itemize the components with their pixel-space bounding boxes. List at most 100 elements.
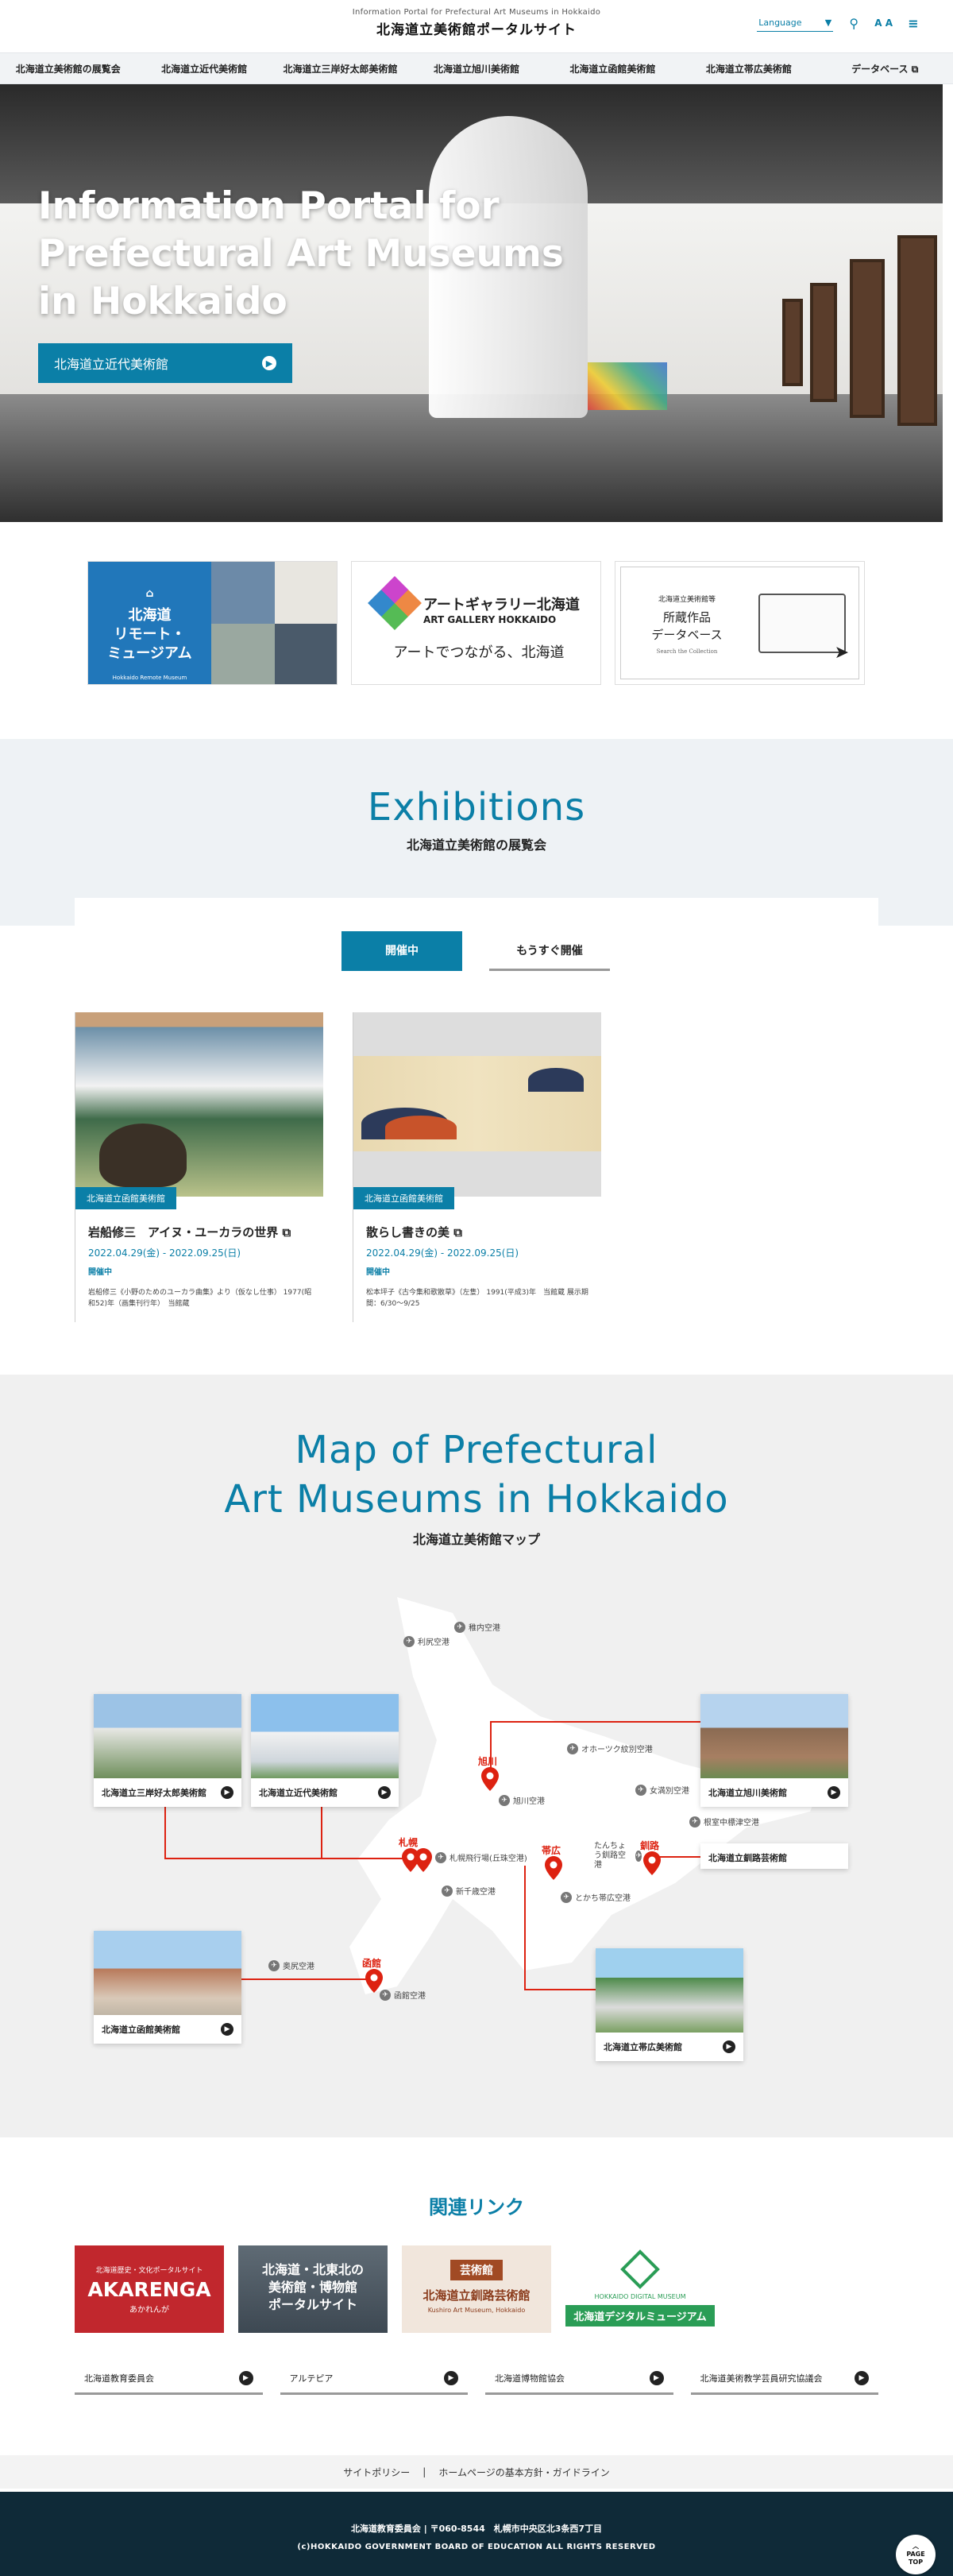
link-label: 北海道教育委員会	[84, 2373, 154, 2384]
nav-modern[interactable]: 北海道立近代美術館	[136, 53, 272, 83]
guideline-link[interactable]: ホームページの基本方針・ガイドライン	[438, 2466, 609, 2479]
museum-name: 北海道立函館美術館	[102, 2025, 180, 2035]
nav-migishi[interactable]: 北海道立三岸好太郎美術館	[272, 53, 408, 83]
nav-asahikawa[interactable]: 北海道立旭川美術館	[408, 53, 544, 83]
collection-database-banner[interactable]: 北海道立美術館等 所蔵作品 データベース Search the Collectio…	[615, 561, 865, 685]
nav-hakodate[interactable]: 北海道立函館美術館	[545, 53, 681, 83]
airport-label: 女満別空港	[650, 1787, 689, 1796]
link-artepia[interactable]: アルテピア ▶	[280, 2363, 468, 2395]
airport-marker: ✈ 女満別空港	[635, 1784, 689, 1796]
map-card-label: 北海道立釧路芸術館	[700, 1843, 848, 1872]
city-label: 釧路	[640, 1840, 660, 1851]
text-links: 北海道教育委員会 ▶ アルテピア ▶ 北海道博物館協会 ▶ 北海道美術教学芸員研究協議…	[75, 2363, 878, 2395]
museum-name: 北海道立釧路芸術館	[708, 1853, 787, 1863]
arrow-right-icon: ▶	[444, 2370, 458, 2385]
tab-current[interactable]: 開催中	[341, 931, 462, 971]
map-card-asahikawa[interactable]: 北海道立旭川美術館 ▶	[700, 1694, 848, 1807]
kushiro-art-banner[interactable]: 芸術館 北海道立釧路芸術館 Kushiro Art Museum, Hokkai…	[402, 2245, 551, 2333]
chevron-down-icon: ▼	[824, 17, 832, 28]
map-card-obihiro[interactable]: 北海道立帯広美術館 ▶	[596, 1948, 743, 2061]
exhibition-caption: 松本坪子《古今集和歌散草》（左隻） 1991(平成3)年 当館蔵 展示期間：6/…	[366, 1289, 588, 1308]
map-pin-icon	[481, 1767, 499, 1791]
remote-museum-text: ⌂ 北海道 リモート・ ミュージアム Hokkaido Remote Museu…	[96, 570, 203, 684]
arrow-right-icon: ▶	[828, 1786, 840, 1799]
airplane-icon: ✈	[442, 1885, 453, 1897]
airport-marker: ✈ 旭川空港	[499, 1794, 545, 1806]
kushiro-name-en: Kushiro Art Museum, Hokkaido	[427, 2307, 526, 2314]
link-curator-council[interactable]: 北海道美術教学芸員研究協議会 ▶	[690, 2363, 878, 2395]
pin-asahikawa[interactable]: 旭川	[478, 1756, 499, 1791]
airplane-icon: ✈	[435, 1851, 446, 1863]
remote-title: ミュージアム	[107, 645, 192, 662]
nav-obihiro[interactable]: 北海道立帯広美術館	[681, 53, 816, 83]
page-top-button[interactable]: ︿ PAGE TOP	[896, 2535, 936, 2574]
site-footer: 北海道教育委員会 | 〒060-8544 札幌市中央区北3条西7丁目 (c)HO…	[0, 2492, 953, 2576]
akarenga-banner[interactable]: 北海道歴史・文化ポータルサイト AKARENGA あかれんが	[75, 2245, 224, 2333]
portal-line: 北海道・北東北の	[261, 2262, 364, 2277]
museum-photo	[700, 1694, 848, 1778]
hero-frame	[897, 235, 937, 426]
akarenga-kana: あかれんが	[129, 2306, 169, 2315]
photo	[211, 624, 275, 684]
connector-line	[524, 1989, 596, 1990]
connector-line	[238, 1978, 373, 1980]
map-card-label: 北海道立旭川美術館 ▶	[700, 1778, 848, 1807]
pin-kushiro[interactable]: 釧路	[640, 1840, 661, 1875]
database-line: データベース	[651, 628, 723, 642]
map-card-label: 北海道立帯広美術館 ▶	[596, 2033, 743, 2061]
digital-title-en: HOKKAIDO DIGITAL MUSEUM	[594, 2293, 686, 2300]
nav-database[interactable]: データベース ⧉	[817, 53, 953, 83]
nav-exhibitions[interactable]: 北海道立美術館の展覧会	[0, 53, 136, 83]
airplane-icon: ✈	[403, 1635, 415, 1647]
exhibitions-title-en: Exhibitions	[367, 785, 586, 830]
remote-museum-banner[interactable]: ⌂ 北海道 リモート・ ミュージアム Hokkaido Remote Museu…	[87, 561, 338, 685]
link-label: 北海道博物館協会	[495, 2373, 565, 2384]
remote-title: 北海道	[128, 607, 172, 624]
arrow-right-icon: ▶	[221, 2023, 233, 2036]
pin-obihiro[interactable]: 帯広	[542, 1845, 562, 1880]
tab-upcoming[interactable]: もうすぐ開催	[489, 931, 610, 971]
art-gallery-banner[interactable]: アートギャラリー北海道 ART GALLERY HOKKAIDO アートでつなが…	[351, 561, 601, 685]
link-museum-association[interactable]: 北海道博物館協会 ▶	[485, 2363, 673, 2395]
map-card-label: 北海道立近代美術館 ▶	[251, 1778, 399, 1807]
database-line: Search the Collection	[656, 648, 718, 655]
digital-museum-banner[interactable]: HOKKAIDO DIGITAL MUSEUM 北海道デジタルミュージアム	[565, 2245, 715, 2333]
exhibition-card[interactable]: 北海道立函館美術館 散らし書きの美 ⧉ 2022.04.29(金) - 2022…	[353, 1012, 601, 1322]
map-title-ja: 北海道立美術館マップ	[412, 1532, 540, 1547]
pin-hakodate[interactable]: 函館	[362, 1958, 383, 1993]
page-top-label: TOP	[908, 2559, 924, 2566]
museum-portal-banner[interactable]: 北海道・北東北の 美術館・博物館 ポータルサイト	[238, 2245, 388, 2333]
airport-label: オホーツク紋別空港	[581, 1746, 653, 1754]
font-size-button[interactable]: A A	[874, 17, 893, 29]
map-card-kushiro[interactable]: 北海道立釧路芸術館	[700, 1843, 848, 1869]
map-card-migishi[interactable]: 北海道立三岸好太郎美術館 ▶	[94, 1694, 241, 1807]
exhibition-image	[75, 1012, 323, 1197]
site-policy-link[interactable]: サイトポリシー	[343, 2466, 410, 2479]
airport-label: 新千歳空港	[456, 1888, 496, 1897]
pin-sapporo-2[interactable]	[415, 1848, 432, 1872]
airport-marker: ✈ 函館空港	[380, 1989, 426, 2001]
exhibition-card[interactable]: 北海道立函館美術館 岩船修三 アイヌ・ユーカラの世界 ⧉ 2022.04.29(…	[75, 1012, 323, 1322]
map-pin-icon	[643, 1851, 661, 1875]
map-card-label: 北海道立三岸好太郎美術館 ▶	[94, 1778, 241, 1807]
arrow-right-icon: ▶	[378, 1786, 391, 1799]
airplane-icon: ✈	[561, 1891, 572, 1903]
link-board-of-education[interactable]: 北海道教育委員会 ▶	[75, 2363, 263, 2395]
exhibition-date: 2022.04.29(金) - 2022.09.25(日)	[366, 1247, 519, 1259]
airplane-icon: ✈	[454, 1621, 465, 1633]
mountain-shape	[385, 1116, 457, 1139]
airplane-icon: ✈	[635, 1784, 646, 1796]
remote-title: リモート・	[114, 626, 186, 643]
map-title-en: Map of Prefectural Art Museums in Hokkaid…	[0, 1425, 953, 1524]
map-card-hakodate[interactable]: 北海道立函館美術館 ▶	[94, 1931, 241, 2044]
hero-cta-button[interactable]: 北海道立近代美術館 ▶	[38, 343, 292, 383]
digital-museum-logo	[620, 2249, 660, 2289]
art-gallery-title: アートギャラリー北海道	[423, 597, 580, 613]
language-select[interactable]: Language ▼	[757, 14, 834, 32]
camera-icon: ⌂	[145, 587, 154, 600]
cursor-icon: ➤	[834, 643, 849, 663]
menu-icon[interactable]: ≡	[905, 16, 921, 31]
photo	[275, 624, 337, 684]
map-card-modern[interactable]: 北海道立近代美術館 ▶	[251, 1694, 399, 1807]
search-icon[interactable]: ⚲	[846, 16, 862, 31]
